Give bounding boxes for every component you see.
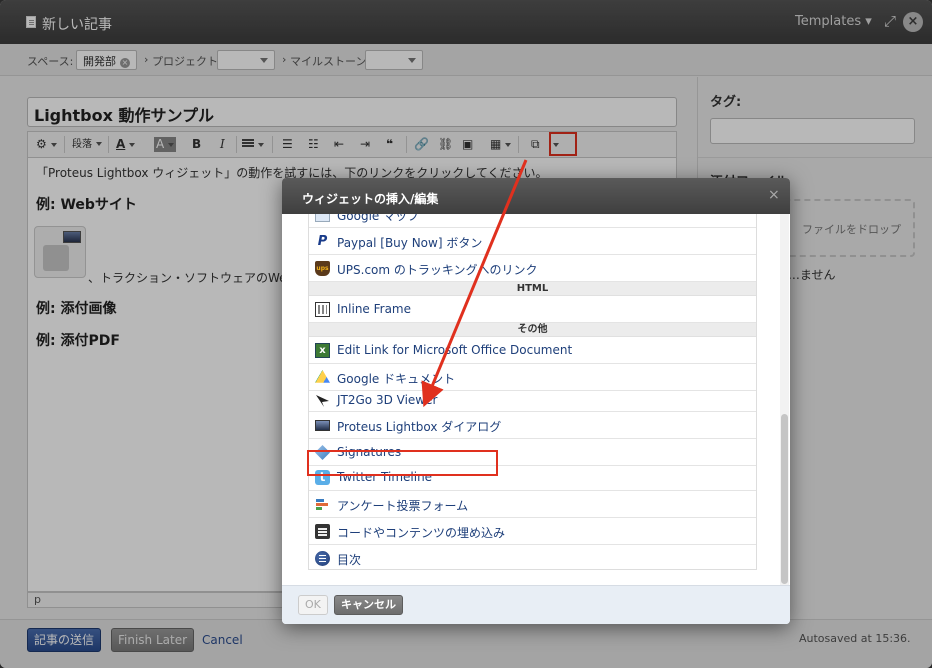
dialog-header: ウィジェットの挿入/編集 × (282, 178, 790, 214)
embed-icon (315, 524, 330, 539)
proteus-lightbox-icon (315, 420, 330, 431)
widget-item-google-maps[interactable]: Google マップ (309, 214, 756, 228)
close-dialog-icon[interactable]: × (768, 187, 780, 203)
dialog-cancel-button[interactable]: キャンセル (334, 595, 403, 615)
ok-button[interactable]: OK (298, 595, 328, 615)
widget-item-embed[interactable]: コードやコンテンツの埋め込み (309, 518, 756, 545)
toc-icon (315, 551, 330, 566)
dialog-title: ウィジェットの挿入/編集 (302, 192, 439, 206)
widget-dialog: ウィジェットの挿入/編集 × Google マップ P Paypal [Buy … (282, 178, 790, 624)
excel-icon (315, 343, 330, 358)
widget-item-jt2go[interactable]: JT2Go 3D Viewer (309, 387, 756, 412)
widget-list: Google マップ P Paypal [Buy Now] ボタン UPS.co… (308, 214, 757, 570)
paypal-icon: P (315, 234, 330, 249)
google-drive-icon (315, 370, 330, 383)
ups-icon (315, 261, 330, 276)
dialog-footer: OK キャンセル (282, 585, 790, 624)
widget-item-ups[interactable]: UPS.com のトラッキングへのリンク (309, 255, 756, 282)
widget-item-office-link[interactable]: Edit Link for Microsoft Office Document (309, 337, 756, 364)
iframe-icon (315, 302, 330, 317)
widget-item-inline-frame[interactable]: Inline Frame (309, 296, 756, 323)
section-other: その他 (309, 323, 756, 337)
map-icon (315, 214, 330, 222)
widget-item-toc[interactable]: 目次 (309, 545, 756, 572)
widget-item-survey[interactable]: アンケート投票フォーム (309, 491, 756, 518)
widget-item-paypal[interactable]: P Paypal [Buy Now] ボタン (309, 228, 756, 255)
scrollbar-thumb[interactable] (781, 414, 788, 584)
dialog-body: Google マップ P Paypal [Buy Now] ボタン UPS.co… (282, 214, 790, 585)
section-html: HTML (309, 282, 756, 296)
survey-icon (315, 497, 330, 512)
widget-item-proteus-lightbox[interactable]: Proteus Lightbox ダイアログ (309, 412, 756, 439)
jt2go-icon (315, 393, 330, 408)
proteus-item-highlight (307, 450, 498, 476)
dialog-scrollbar[interactable] (780, 214, 789, 585)
